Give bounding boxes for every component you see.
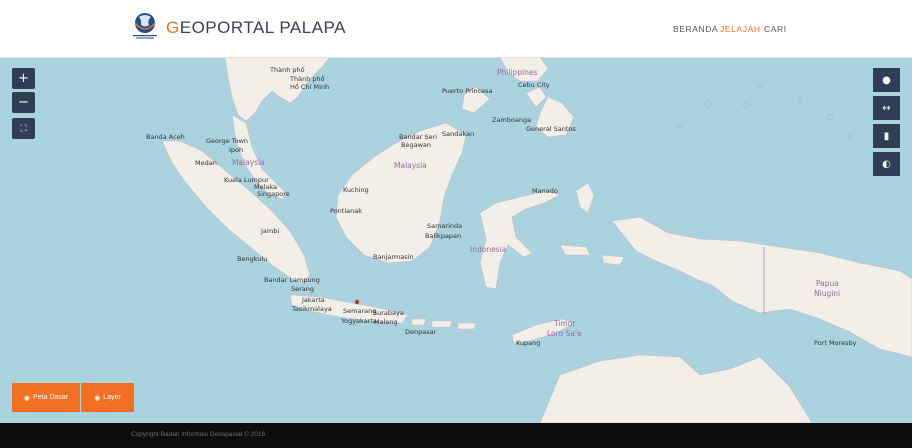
zoom-out-button[interactable]: − [12, 92, 35, 113]
place-label: Banda Aceh [146, 133, 185, 141]
place-label: Kuching [343, 186, 369, 194]
globe-logo-icon[interactable] [130, 11, 160, 41]
place-label: Cebu City [518, 81, 550, 89]
place-label: Jambi [261, 227, 280, 235]
footer: Copyright Badan Informasi Geospasial © 2… [0, 423, 912, 448]
place-label: Kupang [516, 339, 541, 347]
site-title[interactable]: GEOPORTAL PALAPA [166, 18, 346, 38]
place-label: Hồ Chí Minh [290, 83, 330, 91]
place-label: Bandar Seri [399, 133, 438, 141]
place-label: Ipoh [229, 146, 244, 154]
layers-icon: ◉ [94, 394, 101, 402]
place-label: Singapore [257, 190, 290, 198]
place-label: Bandar Lampung [264, 276, 320, 284]
place-label: Balikpapan [425, 232, 462, 240]
layer-button[interactable]: ◉ Layer [81, 383, 134, 412]
contrast-button[interactable]: ◐ [873, 152, 900, 176]
place-label: Bengkulu [237, 255, 268, 263]
place-label: Timor [554, 319, 576, 328]
place-label: Jakarta [302, 296, 325, 304]
nav-cari[interactable]: CARI [764, 24, 787, 34]
peta-dasar-label: Peta Dasar [33, 394, 69, 401]
peta-dasar-button[interactable]: ◉ Peta Dasar [12, 383, 80, 412]
fullscreen-button[interactable]: ⛶ [12, 118, 35, 139]
place-label: Niugini [814, 289, 841, 298]
place-label: Sandakan [442, 130, 475, 138]
info-icon: ● [882, 74, 891, 86]
site-title-initial: G [166, 18, 180, 37]
bookmark-icon: ▮ [883, 130, 890, 142]
place-label: Surabaya [373, 309, 404, 317]
place-label: Thành phố [290, 75, 325, 83]
site-title-rest: EOPORTAL PALAPA [179, 18, 346, 37]
bookmark-button[interactable]: ▮ [873, 124, 900, 148]
zoom-in-button[interactable]: + [12, 68, 35, 89]
place-label: Banjarmasin [373, 253, 414, 261]
place-label: Samarinda [427, 222, 463, 230]
place-label: Port Moresby [814, 339, 857, 347]
top-navbar: GEOPORTAL PALAPA BERANDA JELAJAH CARI [0, 0, 912, 58]
place-label: Semarang [343, 307, 377, 315]
place-label: Thành phố [270, 66, 305, 74]
place-label: Malaysia [232, 158, 265, 167]
place-label: Zamboanga [492, 116, 532, 124]
copyright-text: Copyright Badan Informasi Geospasial © 2… [131, 431, 266, 438]
place-label: Loro Sa'e [547, 329, 582, 338]
place-label: Medan [195, 159, 217, 167]
place-label: Denpasar [405, 328, 437, 336]
place-label: Manado [532, 187, 558, 195]
place-label: Indonesia [470, 245, 507, 254]
place-label: Begawan [401, 141, 431, 149]
contrast-icon: ◐ [882, 158, 891, 170]
swap-button[interactable]: ↔ [873, 96, 900, 120]
place-label: Pontianak [330, 207, 362, 215]
layer-label: Layer [103, 394, 121, 401]
basemap-icon: ◉ [23, 394, 31, 402]
place-label: Malaysia [394, 161, 427, 170]
info-button[interactable]: ● [873, 68, 900, 92]
place-label: Malang [374, 318, 398, 326]
place-label: General Santos [526, 125, 576, 133]
place-label: Puerto Princesa [442, 87, 493, 95]
basemap-svg [161, 57, 912, 423]
place-label: Papua [816, 279, 839, 288]
swap-horizontal-icon: ↔ [882, 102, 891, 114]
place-label: Tasikmalaya [292, 305, 332, 313]
place-label: Serang [291, 285, 315, 293]
place-label: Yogyakarta [341, 317, 377, 325]
place-label: Philippines [497, 68, 538, 77]
place-label: George Town [206, 137, 249, 145]
nav-beranda[interactable]: BERANDA [673, 24, 718, 34]
map-canvas[interactable]: Thành phố Thành phố Hồ Chí Minh Philippi… [0, 57, 912, 423]
nav-jelajah[interactable]: JELAJAH [720, 24, 761, 34]
